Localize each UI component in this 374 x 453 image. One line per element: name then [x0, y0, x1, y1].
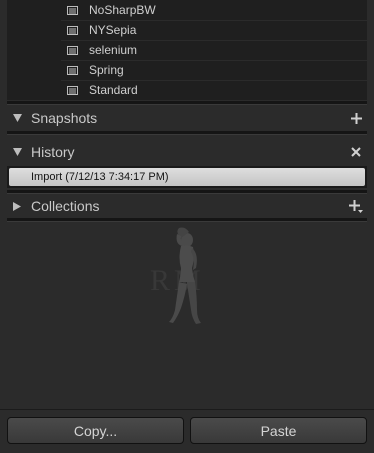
preset-label: NoSharpBW [89, 3, 156, 17]
snapshots-panel-header[interactable]: Snapshots [7, 106, 367, 130]
plus-dropdown-icon[interactable] [349, 194, 363, 218]
history-step-selected[interactable]: Import (7/12/13 7:34:17 PM) [9, 168, 365, 186]
preset-label: selenium [89, 43, 138, 57]
panel-divider [7, 218, 367, 222]
panel-divider [7, 101, 367, 105]
preset-icon [67, 45, 78, 55]
triangle-down-icon[interactable] [13, 140, 22, 164]
panel-divider [7, 131, 367, 135]
collections-panel-header[interactable]: Collections [7, 194, 367, 218]
preset-label: Standard [89, 83, 138, 97]
paste-button[interactable]: Paste [190, 417, 367, 444]
history-panel-header[interactable]: History [7, 140, 367, 164]
snapshots-title: Snapshots [31, 110, 98, 126]
triangle-down-icon[interactable] [13, 106, 22, 130]
history-title: History [31, 144, 75, 160]
preset-item[interactable]: NYSepia [61, 20, 367, 41]
close-icon[interactable] [349, 140, 363, 164]
copy-button[interactable]: Copy... [7, 417, 184, 444]
collections-title: Collections [31, 198, 100, 214]
preset-item[interactable]: Standard [61, 80, 367, 100]
preset-label: Spring [89, 63, 124, 77]
bottom-divider [0, 409, 374, 410]
preset-icon [67, 25, 78, 35]
preset-item[interactable]: Spring [61, 60, 367, 81]
figure-silhouette-icon [169, 227, 201, 324]
preset-icon [67, 65, 78, 75]
watermark-logo: RM [135, 224, 245, 334]
history-list: Import (7/12/13 7:34:17 PM) [7, 166, 367, 188]
preset-item[interactable]: selenium [61, 40, 367, 61]
triangle-right-icon[interactable] [13, 194, 21, 218]
preset-icon [67, 5, 78, 15]
plus-icon[interactable] [349, 106, 363, 130]
preset-label: NYSepia [89, 23, 137, 37]
develop-presets-list: NoSharpBW NYSepia selenium Spring Standa… [7, 0, 367, 100]
preset-item[interactable]: NoSharpBW [61, 0, 367, 21]
preset-icon [67, 85, 78, 95]
